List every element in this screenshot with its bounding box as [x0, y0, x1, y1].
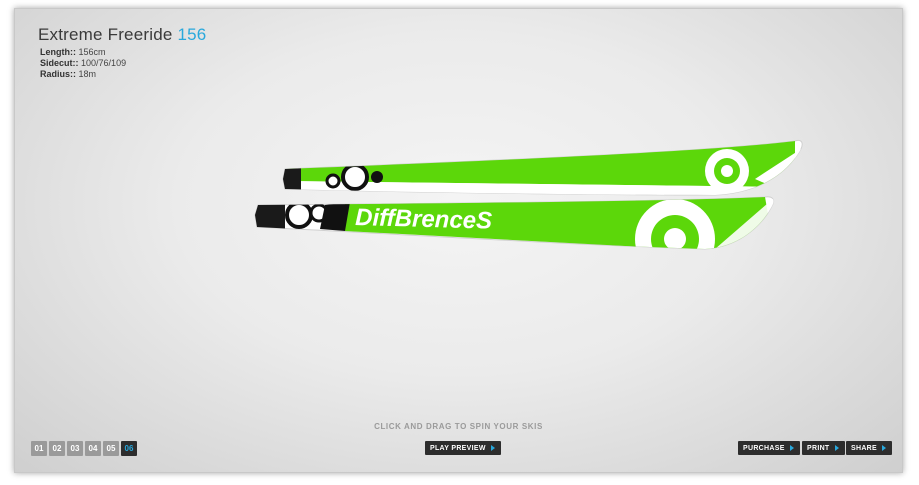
page-button-03[interactable]: 03 [67, 441, 83, 456]
purchase-button[interactable]: PURCHASE [738, 441, 800, 455]
share-arrow-icon [882, 445, 887, 451]
play-preview-label: PLAY PREVIEW [430, 444, 486, 452]
ski-front: DiffBrenceS [254, 196, 775, 250]
page-selector: 01 02 03 04 05 06 [31, 441, 137, 456]
play-preview-button[interactable]: PLAY PREVIEW [425, 441, 501, 455]
purchase-label: PURCHASE [743, 444, 785, 452]
spin-hint: CLICK AND DRAG TO SPIN YOUR SKIS [374, 422, 543, 431]
purchase-arrow-icon [789, 445, 794, 451]
page-button-01[interactable]: 01 [31, 441, 47, 456]
share-button[interactable]: SHARE [846, 441, 893, 455]
ski-3d-view[interactable]: DiffBrenceS [15, 9, 902, 472]
share-label: SHARE [851, 444, 878, 452]
page-button-02[interactable]: 02 [49, 441, 65, 456]
print-arrow-icon [834, 445, 839, 451]
print-button[interactable]: PRINT [802, 441, 845, 455]
page-button-04[interactable]: 04 [85, 441, 101, 456]
page-button-05[interactable]: 05 [103, 441, 119, 456]
play-arrow-icon [490, 445, 495, 451]
ski-viewer-frame: Extreme Freeride 156 Length:: 156cm Side… [14, 8, 903, 473]
page-button-06[interactable]: 06 [121, 441, 137, 456]
ski-back [282, 139, 803, 196]
print-label: PRINT [807, 444, 830, 452]
ski-brand-text: DiffBrenceS [355, 204, 493, 235]
